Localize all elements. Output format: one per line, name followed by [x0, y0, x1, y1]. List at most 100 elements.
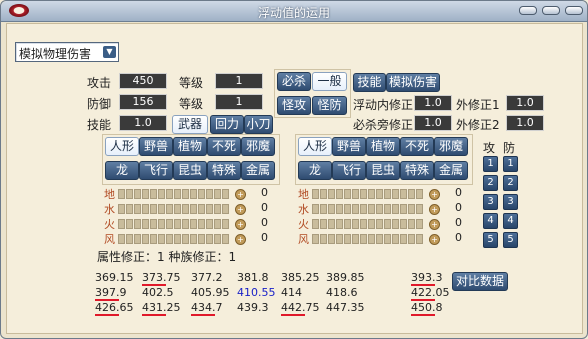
- result-value: 418.6: [326, 286, 358, 299]
- minimize-button[interactable]: [519, 6, 537, 15]
- left-race-9[interactable]: 特殊: [207, 161, 241, 180]
- result-value: 377.2: [191, 271, 223, 284]
- left-race-8[interactable]: 昆虫: [173, 161, 207, 180]
- plus-icon[interactable]: +: [429, 204, 440, 215]
- right-race-9[interactable]: 特殊: [400, 161, 434, 180]
- result-value: 385.25: [281, 271, 320, 284]
- element-value: 0: [261, 201, 268, 214]
- left-race-1[interactable]: 人形: [105, 137, 139, 156]
- fang-number-button-3[interactable]: 3: [503, 194, 518, 210]
- element-value: 0: [455, 201, 462, 214]
- guaifang-button[interactable]: 怪防: [312, 96, 347, 115]
- compare-data-button[interactable]: 对比数据: [452, 272, 508, 291]
- fudong-field[interactable]: 1.0: [414, 95, 452, 111]
- plus-icon[interactable]: +: [235, 234, 246, 245]
- element-slider[interactable]: [312, 203, 424, 214]
- chevron-down-icon[interactable]: ▼: [103, 46, 116, 58]
- element-slider[interactable]: [118, 188, 230, 199]
- weapon-button[interactable]: 武器: [172, 115, 208, 134]
- result-value: 369.15: [95, 271, 134, 284]
- defense-field[interactable]: 156: [119, 94, 167, 110]
- result-value: 393.3: [411, 271, 443, 284]
- left-race-2[interactable]: 野兽: [139, 137, 173, 156]
- right-race-3[interactable]: 植物: [366, 137, 400, 156]
- result-value: 447.35: [326, 301, 365, 314]
- right-race-7[interactable]: 飞行: [332, 161, 366, 180]
- bisha-button[interactable]: 必杀: [277, 72, 311, 91]
- result-underline: [191, 314, 215, 316]
- gong-number-button-4[interactable]: 4: [483, 213, 498, 229]
- plus-icon[interactable]: +: [429, 234, 440, 245]
- mode-dropdown-value: 模拟物理伤害: [19, 47, 92, 61]
- wai2-field[interactable]: 1.0: [506, 115, 544, 131]
- right-race-4[interactable]: 不死: [400, 137, 434, 156]
- bisha-mod-field[interactable]: 1.0: [414, 115, 452, 131]
- element-slider[interactable]: [312, 233, 424, 244]
- result-value: 426.65: [95, 301, 134, 314]
- xiaodao-button[interactable]: 小刀: [244, 115, 273, 134]
- result-value: 442.75: [281, 301, 320, 314]
- element-label-left-3: 火: [104, 218, 115, 231]
- fang-number-button-2[interactable]: 2: [503, 175, 518, 191]
- huili-button[interactable]: 回力: [210, 115, 244, 134]
- right-race-2[interactable]: 野兽: [332, 137, 366, 156]
- left-race-7[interactable]: 飞行: [139, 161, 173, 180]
- gong-number-button-3[interactable]: 3: [483, 194, 498, 210]
- right-race-10[interactable]: 金属: [434, 161, 468, 180]
- guaigong-button[interactable]: 怪攻: [277, 96, 311, 115]
- wai1-field[interactable]: 1.0: [506, 95, 544, 111]
- element-slider[interactable]: [118, 233, 230, 244]
- yiban-button[interactable]: 一般: [312, 72, 347, 91]
- right-race-5[interactable]: 邪魔: [434, 137, 468, 156]
- plus-icon[interactable]: +: [429, 189, 440, 200]
- left-race-4[interactable]: 不死: [207, 137, 241, 156]
- element-slider[interactable]: [312, 218, 424, 229]
- element-slider[interactable]: [118, 203, 230, 214]
- fang-number-button-5[interactable]: 5: [503, 232, 518, 248]
- plus-icon[interactable]: +: [235, 219, 246, 230]
- right-race-1[interactable]: 人形: [298, 137, 332, 156]
- element-label-right-1: 地: [298, 188, 309, 201]
- plus-icon[interactable]: +: [235, 189, 246, 200]
- attack-label: 攻击: [87, 76, 112, 90]
- right-race-8[interactable]: 昆虫: [366, 161, 400, 180]
- element-slider[interactable]: [312, 188, 424, 199]
- element-value: 0: [455, 231, 462, 244]
- gong-number-button-5[interactable]: 5: [483, 232, 498, 248]
- left-race-6[interactable]: 龙: [105, 161, 139, 180]
- plus-icon[interactable]: +: [235, 204, 246, 215]
- element-value: 0: [455, 216, 462, 229]
- gong-number-button-1[interactable]: 1: [483, 156, 498, 172]
- left-race-5[interactable]: 邪魔: [241, 137, 275, 156]
- element-label-left-2: 水: [104, 203, 115, 216]
- result-value: 405.95: [191, 286, 230, 299]
- title-bar[interactable]: 浮动值的运用: [1, 1, 587, 22]
- gong-number-button-2[interactable]: 2: [483, 175, 498, 191]
- result-underline: [281, 314, 305, 316]
- left-race-10[interactable]: 金属: [241, 161, 275, 180]
- gong-label: 攻: [483, 141, 496, 155]
- skill-field[interactable]: 1.0: [119, 115, 167, 131]
- left-race-3[interactable]: 植物: [173, 137, 207, 156]
- element-label-right-3: 火: [298, 218, 309, 231]
- right-race-6[interactable]: 龙: [298, 161, 332, 180]
- level-field-2[interactable]: 1: [215, 94, 263, 110]
- attack-field[interactable]: 450: [119, 73, 167, 89]
- moni-damage-button[interactable]: 模拟伤害: [386, 73, 440, 92]
- jineng-button[interactable]: 技能: [353, 73, 386, 92]
- maximize-button[interactable]: [542, 6, 560, 15]
- element-label-left-1: 地: [104, 188, 115, 201]
- element-slider[interactable]: [118, 218, 230, 229]
- level-label-1: 等级: [179, 76, 204, 90]
- level-field-1[interactable]: 1: [215, 73, 263, 89]
- plus-icon[interactable]: +: [429, 219, 440, 230]
- element-label-left-4: 风: [104, 233, 115, 246]
- fang-number-button-4[interactable]: 4: [503, 213, 518, 229]
- wai1-label: 外修正1: [456, 98, 500, 112]
- fudong-label: 浮动内修正: [353, 98, 414, 112]
- close-button[interactable]: [565, 6, 583, 15]
- result-value: 422.05: [411, 286, 450, 299]
- mode-dropdown[interactable]: 模拟物理伤害 ▼: [15, 42, 119, 62]
- fang-number-button-1[interactable]: 1: [503, 156, 518, 172]
- skill-label: 技能: [87, 118, 112, 132]
